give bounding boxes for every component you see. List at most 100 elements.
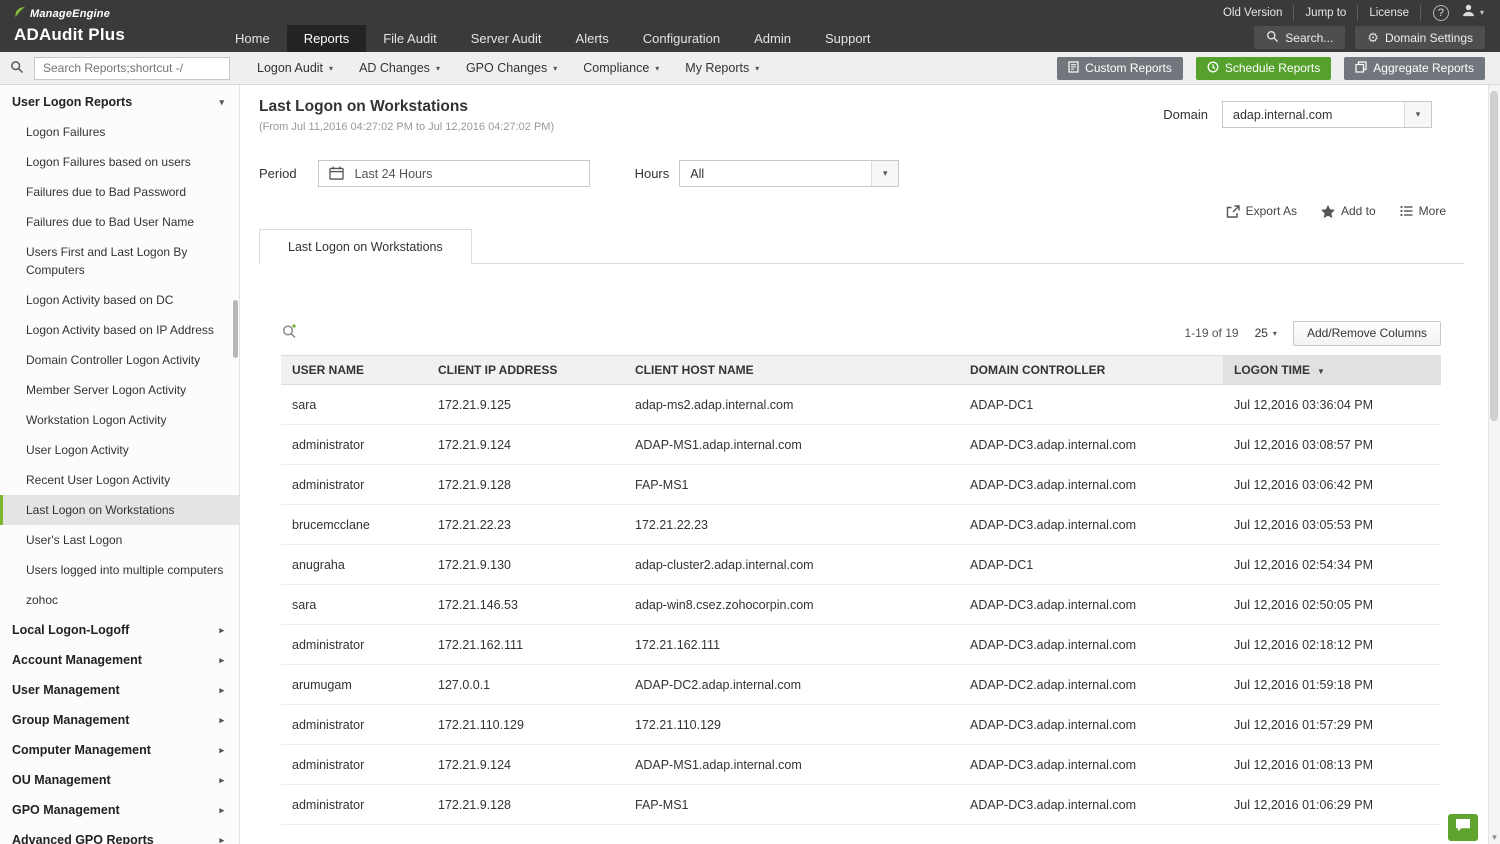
nav-tab-alerts[interactable]: Alerts xyxy=(559,25,626,52)
cell-client-ip-address: 172.21.9.128 xyxy=(427,784,624,825)
sidebar-item-logon-activity-based-on-dc[interactable]: Logon Activity based on DC xyxy=(0,285,239,315)
clock-icon xyxy=(1207,61,1219,76)
table-row[interactable]: sara 172.21.146.53 adap-win8.csez.zohocorp… xyxy=(281,584,1441,625)
action-export-as-button[interactable]: Export As xyxy=(1217,204,1306,218)
sidebar-section-user-logon-reports[interactable]: User Logon Reports ▾ xyxy=(0,85,239,117)
sidebar-section-ou-management[interactable]: OU Management ▸ xyxy=(0,765,239,795)
menu-ad-changes[interactable]: AD Changes ▾ xyxy=(346,52,453,85)
menu-logon-audit[interactable]: Logon Audit ▾ xyxy=(244,52,346,85)
brand-logo[interactable]: ManageEngine ADAudit Plus xyxy=(0,0,218,52)
sidebar-item-recent-user-logon-activity[interactable]: Recent User Logon Activity xyxy=(0,465,239,495)
menu-compliance[interactable]: Compliance ▾ xyxy=(570,52,672,85)
page-size-select[interactable]: 25 ▾ xyxy=(1255,326,1277,340)
cell-client-ip-address: 172.21.9.125 xyxy=(427,384,624,425)
utility-link-license[interactable]: License xyxy=(1358,4,1421,21)
chevron-down-icon: ▾ xyxy=(1272,328,1277,338)
nav-tab-file-audit[interactable]: File Audit xyxy=(366,25,453,52)
main-content: Last Logon on Workstations (From Jul 11,… xyxy=(241,85,1500,844)
table-search-icon[interactable] xyxy=(281,323,298,344)
scrollbar-thumb[interactable] xyxy=(1490,91,1498,421)
sidebar-section-advanced-gpo-reports[interactable]: Advanced GPO Reports ▸ xyxy=(0,825,239,844)
hours-select[interactable]: All ▾ xyxy=(679,160,900,187)
column-header-client-ip-address[interactable]: CLIENT IP ADDRESS xyxy=(427,355,624,385)
utility-link-jump-to[interactable]: Jump to xyxy=(1294,4,1359,21)
sidebar-item-member-server-logon-activity[interactable]: Member Server Logon Activity xyxy=(0,375,239,405)
sidebar-item-failures-due-to-bad-user-name[interactable]: Failures due to Bad User Name xyxy=(0,207,239,237)
table-row[interactable]: administrator 172.21.9.124 ADAP-MS1.adap.i… xyxy=(281,744,1441,785)
table-row[interactable]: administrator 172.21.9.128 FAP-MS1 ADAP-DC3… xyxy=(281,464,1441,505)
table-row[interactable]: administrator 172.21.9.124 ADAP-MS1.adap.i… xyxy=(281,424,1441,465)
scroll-down-arrow[interactable]: ▾ xyxy=(1489,832,1500,843)
nav-tab-configuration[interactable]: Configuration xyxy=(626,25,737,52)
sidebar-item-users-first-and-last-logon-by-computers[interactable]: Users First and Last Logon By Computers xyxy=(0,237,239,285)
sidebar-item-user-s-last-logon[interactable]: User's Last Logon xyxy=(0,525,239,555)
sidebar-item-logon-activity-based-on-ip-address[interactable]: Logon Activity based on IP Address xyxy=(0,315,239,345)
sidebar-item-failures-due-to-bad-password[interactable]: Failures due to Bad Password xyxy=(0,177,239,207)
page-scrollbar[interactable]: ▾ xyxy=(1488,85,1500,844)
cell-logon-time: Jul 12,2016 03:05:53 PM xyxy=(1223,504,1441,545)
chat-widget-button[interactable] xyxy=(1448,814,1478,841)
column-header-label: CLIENT HOST NAME xyxy=(635,363,754,377)
nav-tab-support[interactable]: Support xyxy=(808,25,888,52)
period-picker[interactable]: Last 24 Hours xyxy=(317,160,590,187)
domain-select[interactable]: adap.internal.com ▾ xyxy=(1222,101,1432,128)
action-add-to-button[interactable]: Add to xyxy=(1312,204,1385,218)
menu-gpo-changes[interactable]: GPO Changes ▾ xyxy=(453,52,570,85)
add-remove-columns-button[interactable]: Add/Remove Columns xyxy=(1292,320,1441,346)
utility-link-old-version[interactable]: Old Version xyxy=(1212,4,1295,21)
sidebar-section-group-management[interactable]: Group Management ▸ xyxy=(0,705,239,735)
pagination-range: 1-19 of 19 xyxy=(1184,326,1239,340)
column-header-client-host-name[interactable]: CLIENT HOST NAME xyxy=(624,355,959,385)
menu-my-reports[interactable]: My Reports ▾ xyxy=(672,52,772,85)
help-button[interactable]: ? xyxy=(1432,4,1449,21)
cell-logon-time: Jul 12,2016 02:18:12 PM xyxy=(1223,624,1441,665)
column-header-domain-controller[interactable]: DOMAIN CONTROLLER xyxy=(959,355,1223,385)
nav-tab-server-audit[interactable]: Server Audit xyxy=(454,25,559,52)
sidebar-item-domain-controller-logon-activity[interactable]: Domain Controller Logon Activity xyxy=(0,345,239,375)
nav-tab-home[interactable]: Home xyxy=(218,25,287,52)
sidebar-section-local-logon-logoff[interactable]: Local Logon-Logoff ▸ xyxy=(0,615,239,645)
sidebar-section-computer-management[interactable]: Computer Management ▸ xyxy=(0,735,239,765)
table-row[interactable]: administrator 172.21.162.111 172.21.162.11… xyxy=(281,624,1441,665)
cell-user-name: sara xyxy=(281,384,427,425)
table-row[interactable]: brucemcclane 172.21.22.23 172.21.22.23 ADAP… xyxy=(281,504,1441,545)
sidebar-section-account-management[interactable]: Account Management ▸ xyxy=(0,645,239,675)
user-menu[interactable]: ▾ xyxy=(1461,3,1484,23)
chevron-right-icon: ▸ xyxy=(219,714,224,725)
table-row[interactable]: anugraha 172.21.9.130 adap-cluster2.adap.i… xyxy=(281,544,1441,585)
cell-client-host-name: adap-win8.csez.zohocorpin.com xyxy=(624,584,959,625)
utility-bar: Old Version Jump to License ? ▾ xyxy=(218,0,1500,25)
table-row[interactable]: administrator 172.21.9.128 FAP-MS1 ADAP-DC3… xyxy=(281,784,1441,825)
column-header-logon-time[interactable]: LOGON TIME ▼ xyxy=(1223,355,1441,385)
custom-reports-button[interactable]: Custom Reports xyxy=(1057,56,1183,80)
action-more-button[interactable]: More xyxy=(1391,204,1455,218)
column-header-user-name[interactable]: USER NAME xyxy=(281,355,427,385)
table-row[interactable]: arumugam 127.0.0.1 ADAP-DC2.adap.internal.… xyxy=(281,664,1441,705)
sidebar-scrollbar[interactable] xyxy=(233,300,238,358)
search-button[interactable]: Search... xyxy=(1254,26,1346,49)
sidebar-search-toggle[interactable] xyxy=(0,57,34,79)
sidebar-item-zohoc[interactable]: zohoc xyxy=(0,585,239,615)
aggregate-reports-button[interactable]: Aggregate Reports xyxy=(1344,56,1485,80)
cell-logon-time: Jul 12,2016 03:06:42 PM xyxy=(1223,464,1441,505)
nav-tab-reports[interactable]: Reports xyxy=(286,25,367,52)
domain-settings-button[interactable]: ⚙ Domain Settings xyxy=(1355,26,1485,49)
nav-tab-admin[interactable]: Admin xyxy=(737,25,808,52)
sidebar-item-user-logon-activity[interactable]: User Logon Activity xyxy=(0,435,239,465)
sidebar-item-logon-failures[interactable]: Logon Failures xyxy=(0,117,239,147)
cell-user-name: arumugam xyxy=(281,664,427,705)
sidebar-item-logon-failures-based-on-users[interactable]: Logon Failures based on users xyxy=(0,147,239,177)
column-header-label: LOGON TIME xyxy=(1234,363,1310,377)
sidebar-item-last-logon-on-workstations[interactable]: Last Logon on Workstations xyxy=(0,495,239,525)
tab-last-logon-on-workstations[interactable]: Last Logon on Workstations xyxy=(259,229,472,264)
report-search-input[interactable] xyxy=(34,56,230,80)
table-row[interactable]: administrator 172.21.110.129 172.21.110.12… xyxy=(281,704,1441,745)
table-row[interactable]: sara 172.21.9.125 adap-ms2.adap.internal.c… xyxy=(281,384,1441,425)
sidebar-item-workstation-logon-activity[interactable]: Workstation Logon Activity xyxy=(0,405,239,435)
menu-label: AD Changes xyxy=(359,61,430,75)
report-table: USER NAME CLIENT IP ADDRESS CLIENT HOST NA… xyxy=(281,355,1441,825)
schedule-reports-button[interactable]: Schedule Reports xyxy=(1195,56,1332,80)
sidebar-section-user-management[interactable]: User Management ▸ xyxy=(0,675,239,705)
sidebar-section-gpo-management[interactable]: GPO Management ▸ xyxy=(0,795,239,825)
sidebar-item-users-logged-into-multiple-computers[interactable]: Users logged into multiple computers xyxy=(0,555,239,585)
